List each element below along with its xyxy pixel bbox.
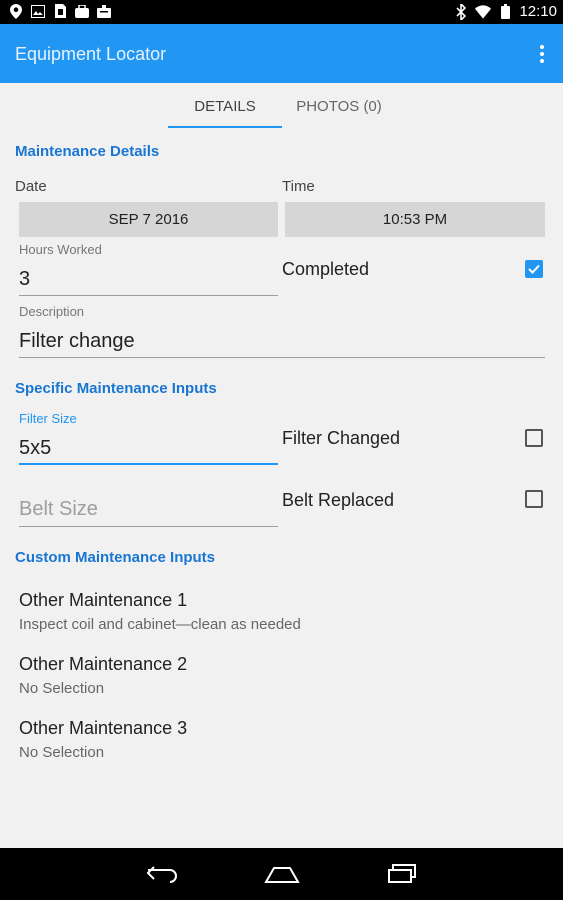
- battery-icon: [497, 4, 513, 20]
- filter-size-input[interactable]: 5x5: [19, 437, 51, 460]
- filter-size-label: Filter Size: [19, 411, 77, 426]
- tab-details[interactable]: DETAILS: [168, 83, 282, 129]
- home-icon[interactable]: [262, 860, 302, 888]
- tab-indicator: [168, 126, 282, 128]
- location-icon: [8, 3, 24, 19]
- image-icon: [30, 3, 46, 19]
- bag-icon: [74, 3, 90, 19]
- specific-inputs-header: Specific Maintenance Inputs: [15, 380, 217, 397]
- custom-maintenance-title: Other Maintenance 1: [19, 590, 188, 610]
- custom-maintenance-title: Other Maintenance 3: [19, 718, 188, 738]
- filter-size-underline: [19, 463, 278, 465]
- custom-maintenance-item-2[interactable]: Other Maintenance 2 No Selection: [19, 654, 539, 697]
- briefcase-icon: [96, 3, 112, 19]
- tab-photos[interactable]: PHOTOS (0): [282, 83, 396, 129]
- checkmark-icon: [528, 264, 540, 274]
- bluetooth-icon: [453, 3, 469, 20]
- date-picker-button[interactable]: SEP 7 2016: [19, 202, 278, 237]
- time-picker-button[interactable]: 10:53 PM: [285, 202, 545, 237]
- filter-changed-label: Filter Changed: [282, 428, 401, 448]
- completed-checkbox[interactable]: [525, 260, 543, 278]
- status-bar: 12:10: [0, 0, 563, 24]
- date-label: Date: [15, 178, 47, 195]
- custom-maintenance-item-1[interactable]: Other Maintenance 1 Inspect coil and cab…: [19, 590, 539, 633]
- belt-replaced-label: Belt Replaced: [282, 490, 395, 510]
- app-title: Equipment Locator: [15, 44, 167, 64]
- custom-maintenance-item-3[interactable]: Other Maintenance 3 No Selection: [19, 718, 539, 761]
- time-label: Time: [282, 178, 315, 195]
- custom-maintenance-value: Inspect coil and cabinet—clean as needed: [19, 616, 301, 633]
- recents-icon[interactable]: [382, 860, 422, 888]
- overflow-menu-icon[interactable]: [535, 42, 549, 66]
- filter-changed-checkbox[interactable]: [525, 429, 543, 447]
- completed-label: Completed: [282, 259, 370, 279]
- description-input[interactable]: Filter change: [19, 330, 135, 353]
- description-label: Description: [19, 304, 85, 319]
- back-icon[interactable]: [142, 860, 182, 888]
- app-bar: Equipment Locator: [0, 24, 563, 83]
- hours-worked-input[interactable]: 3: [19, 268, 30, 291]
- custom-maintenance-value: No Selection: [19, 744, 105, 761]
- sim-icon: [52, 3, 68, 19]
- belt-replaced-checkbox[interactable]: [525, 490, 543, 508]
- wifi-icon: [475, 4, 492, 20]
- belt-size-input[interactable]: Belt Size: [19, 498, 98, 521]
- hours-worked-underline: [19, 295, 278, 296]
- hours-worked-label: Hours Worked: [19, 242, 102, 257]
- custom-maintenance-title: Other Maintenance 2: [19, 654, 188, 674]
- belt-size-underline: [19, 526, 278, 527]
- tab-bar: DETAILS PHOTOS (0): [0, 83, 563, 131]
- navigation-bar: [0, 848, 563, 900]
- maintenance-details-header: Maintenance Details: [15, 143, 160, 160]
- system-status: 12:10: [453, 3, 557, 20]
- clock: 12:10: [519, 3, 557, 20]
- notification-icons: [8, 3, 112, 19]
- custom-inputs-header: Custom Maintenance Inputs: [15, 549, 216, 566]
- description-underline: [19, 357, 545, 358]
- custom-maintenance-value: No Selection: [19, 680, 105, 697]
